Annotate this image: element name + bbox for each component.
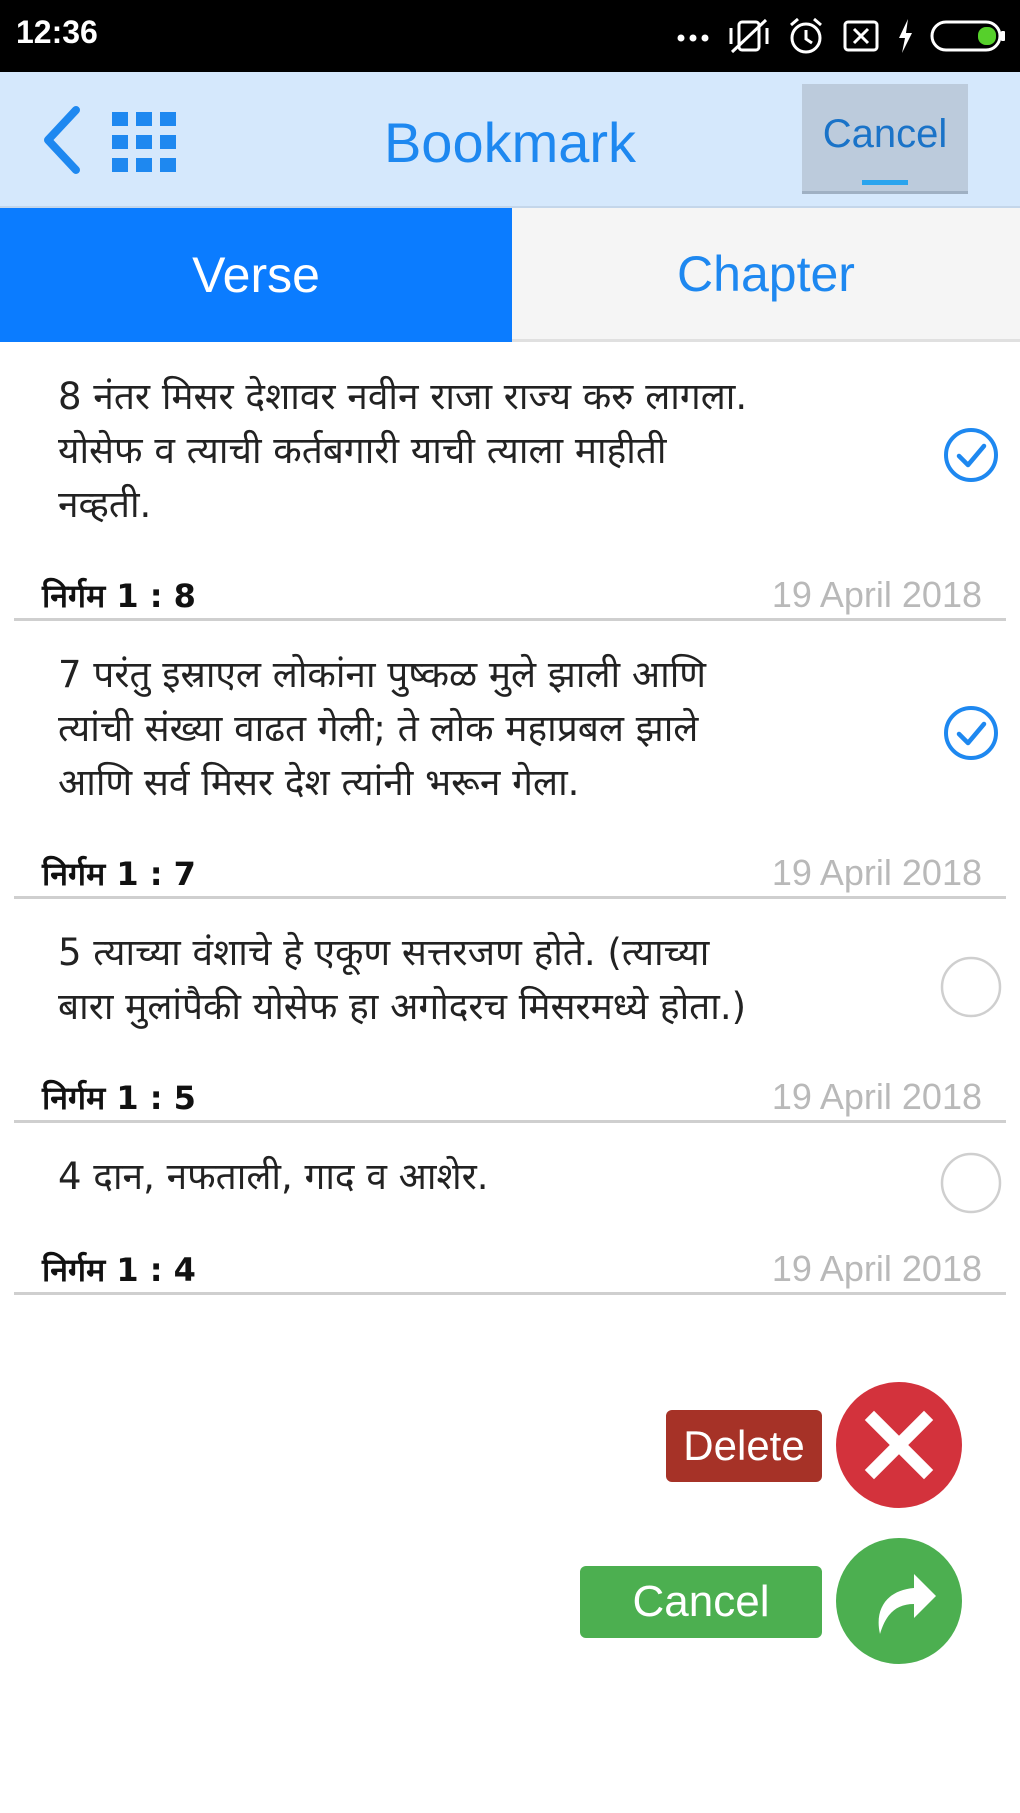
verse-line: 4 दान, नफताली, गाद व आशेर. [58,1155,489,1198]
bookmark-item[interactable]: 8 नंतर मिसर देशावर नवीन राजा राज्य करु ल… [0,370,1020,620]
battery-icon [930,20,1005,52]
status-icons [676,12,1006,60]
delete-fab-button[interactable] [836,1382,962,1508]
vibrate-off-icon [729,18,769,54]
tab-verse[interactable]: Verse [0,208,512,342]
bookmark-date: 19 April 2018 [771,1248,982,1289]
verse-line: 7 परंतु इस्राएल लोकांना पुष्कळ मुले झाली… [58,653,707,696]
empty-circle-icon[interactable] [940,956,1002,1018]
sim-x-icon [843,20,879,52]
divider [14,896,1006,899]
charging-icon [899,19,912,53]
header-cancel-underline [862,180,908,185]
divider [14,1120,1006,1123]
bookmark-date: 19 April 2018 [771,1076,982,1117]
tab-bar: Verse Chapter [0,208,1020,342]
verse-text: 4 दान, नफताली, गाद व आशेर. [58,1150,918,1204]
verse-line: योसेफ व त्याची कर्तबगारी याची त्याला माह… [58,429,667,472]
header-cancel-label: Cancel [822,112,948,156]
verse-reference: निर्गम 1 : 4 [42,1251,196,1289]
check-circle-icon[interactable] [942,704,1000,762]
app-header: Bookmark Cancel [0,72,1020,208]
delete-label-button[interactable]: Delete [666,1410,822,1482]
share-arrow-icon [878,1574,936,1634]
header-cancel-button[interactable]: Cancel [802,84,968,194]
empty-circle-icon[interactable] [940,1152,1002,1214]
verse-line: 5 त्याच्या वंशाचे हे एकूण सत्तरजण होते. … [58,931,710,974]
cancel-label-button[interactable]: Cancel [580,1566,822,1638]
verse-reference: निर्गम 1 : 7 [42,855,196,893]
alarm-icon [790,17,822,54]
verse-text: 5 त्याच्या वंशाचे हे एकूण सत्तरजण होते. … [58,926,918,1034]
bookmark-item[interactable]: 5 त्याच्या वंशाचे हे एकूण सत्तरजण होते. … [0,926,1020,1122]
bookmark-date: 19 April 2018 [771,574,982,615]
bookmark-screen: 12:36 Bookmark Cancel Verse Chapter 8 नं… [0,0,1020,1813]
bookmark-item[interactable]: 7 परंतु इस्राएल लोकांना पुष्कळ मुले झाली… [0,648,1020,898]
bookmark-item[interactable]: 4 दान, नफताली, गाद व आशेर. निर्गम 1 : 4 … [0,1150,1020,1294]
more-dots-icon [677,34,709,42]
verse-line: बारा मुलांपैकी योसेफ हा अगोदरच मिसरमध्ये… [58,985,747,1028]
close-x-icon [864,1410,934,1480]
verse-reference: निर्गम 1 : 8 [42,577,196,615]
bookmark-date: 19 April 2018 [771,852,982,893]
verse-text: 8 नंतर मिसर देशावर नवीन राजा राज्य करु ल… [58,370,918,532]
verse-line: 8 नंतर मिसर देशावर नवीन राजा राज्य करु ल… [58,375,748,418]
verse-line: त्यांची संख्या वाढत गेली; ते लोक महाप्रब… [58,707,699,750]
status-bar: 12:36 [0,0,1020,72]
verse-line: आणि सर्व मिसर देश त्यांनी भरून गेला. [58,761,580,804]
verse-reference: निर्गम 1 : 5 [42,1079,196,1117]
cancel-fab-button[interactable] [836,1538,962,1664]
divider [14,1292,1006,1295]
verse-line: नव्हती. [58,483,152,526]
check-circle-icon[interactable] [942,426,1000,484]
divider [14,618,1006,621]
verse-text: 7 परंतु इस्राएल लोकांना पुष्कळ मुले झाली… [58,648,918,810]
status-time: 12:36 [16,14,98,50]
tab-chapter[interactable]: Chapter [512,208,1020,342]
